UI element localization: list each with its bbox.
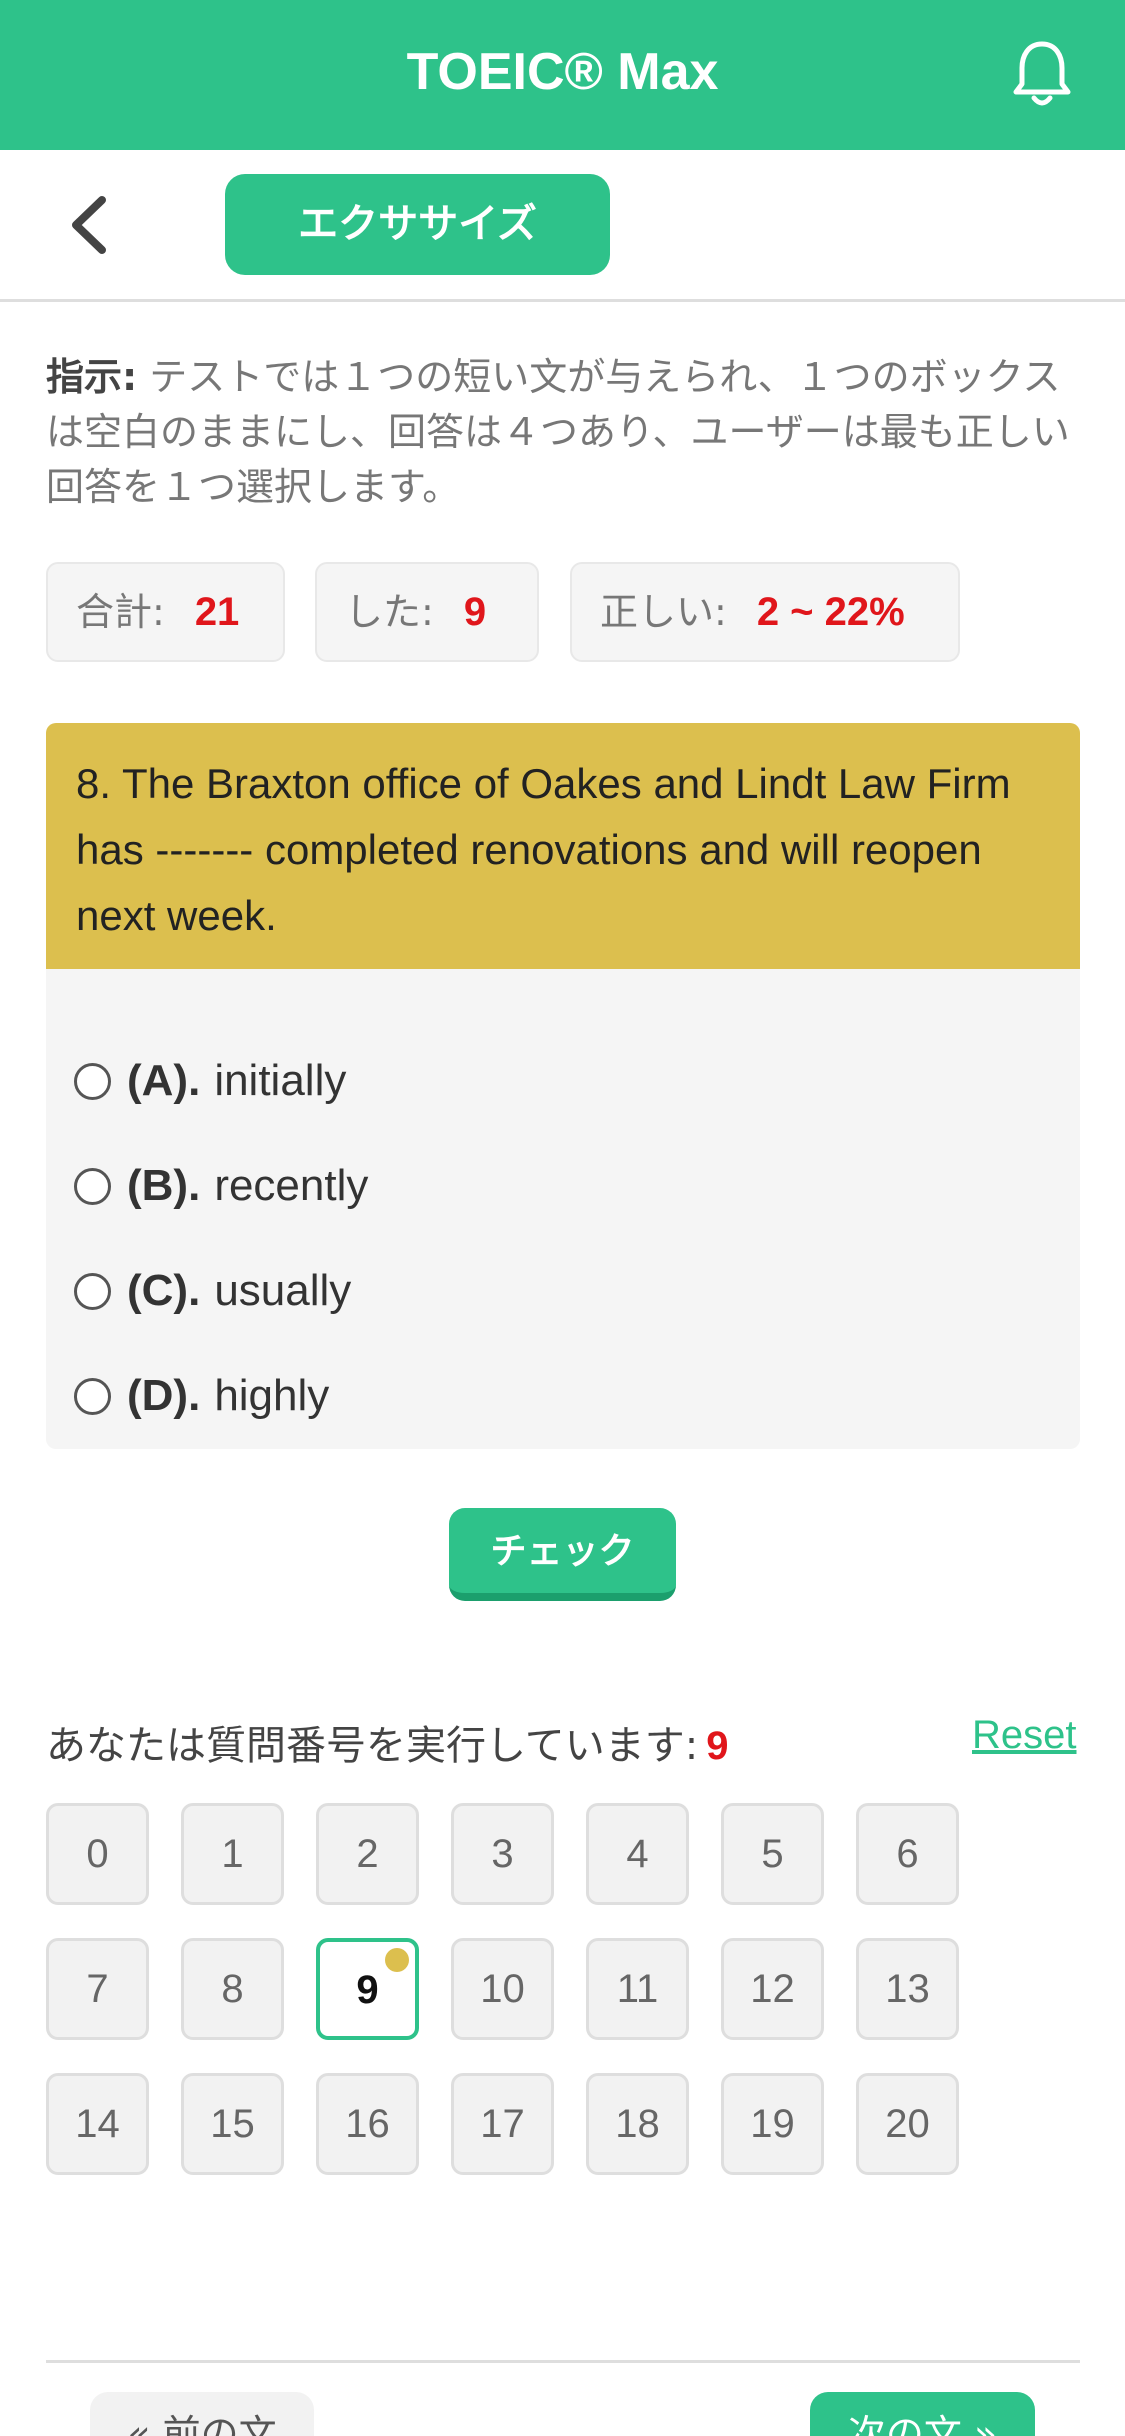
question-number-6[interactable]: 6 bbox=[856, 1803, 959, 1905]
option-d-letter: (D). bbox=[127, 1371, 201, 1420]
question-number-1[interactable]: 1 bbox=[181, 1803, 284, 1905]
option-b[interactable]: (B). recently bbox=[74, 1156, 368, 1216]
sub-header: エクササイズ bbox=[0, 150, 1125, 302]
question-number-7[interactable]: 7 bbox=[46, 1938, 149, 2040]
option-c-text: usually bbox=[214, 1266, 352, 1315]
question-number-11[interactable]: 11 bbox=[586, 1938, 689, 2040]
progress-text: あなたは質問番号を実行しています: 9 bbox=[46, 1713, 729, 1771]
option-c[interactable]: (C). usually bbox=[74, 1261, 351, 1321]
radio-d[interactable] bbox=[74, 1377, 111, 1415]
question-number-5[interactable]: 5 bbox=[721, 1803, 824, 1905]
instruction-text: 指示: テストでは１つの短い文が与えられ、１つのボックスは空白のままにし、回答は… bbox=[46, 350, 1081, 515]
question-number-13[interactable]: 13 bbox=[856, 1938, 959, 2040]
option-d[interactable]: (D). highly bbox=[74, 1366, 329, 1426]
correct-stat: 正しい: 2 ~ 22% bbox=[570, 562, 960, 662]
question-number-0[interactable]: 0 bbox=[46, 1803, 149, 1905]
radio-a[interactable] bbox=[74, 1062, 111, 1100]
done-label: した: bbox=[345, 590, 434, 634]
correct-label: 正しい: bbox=[600, 590, 727, 634]
check-button[interactable]: チェック bbox=[449, 1508, 676, 1601]
question-number-17[interactable]: 17 bbox=[451, 2073, 554, 2175]
progress-current: 9 bbox=[706, 1724, 729, 1768]
app-header: TOEIC® Max bbox=[0, 0, 1125, 150]
option-b-text: recently bbox=[214, 1161, 369, 1210]
question-number-15[interactable]: 15 bbox=[181, 2073, 284, 2175]
option-b-letter: (B). bbox=[127, 1161, 201, 1210]
total-label: 合計: bbox=[76, 590, 165, 634]
option-c-letter: (C). bbox=[127, 1266, 201, 1315]
question-number-9[interactable]: 9 bbox=[316, 1938, 419, 2040]
answer-options: (A). initially (B). recently (C). usuall… bbox=[46, 969, 1080, 1449]
next-sentence-button[interactable]: 次の文 » bbox=[810, 2392, 1035, 2436]
question-number-16[interactable]: 16 bbox=[316, 2073, 419, 2175]
question-number-19[interactable]: 19 bbox=[721, 2073, 824, 2175]
current-indicator-dot bbox=[385, 1948, 409, 1972]
bell-icon[interactable] bbox=[1010, 38, 1074, 110]
option-a-letter: (A). bbox=[127, 1056, 201, 1105]
option-a[interactable]: (A). initially bbox=[74, 1051, 346, 1111]
question-number-10[interactable]: 10 bbox=[451, 1938, 554, 2040]
option-a-text: initially bbox=[214, 1056, 347, 1105]
question-number-12[interactable]: 12 bbox=[721, 1938, 824, 2040]
question-text: 8. The Braxton office of Oakes and Lindt… bbox=[46, 723, 1080, 969]
correct-value: 2 ~ 22% bbox=[756, 590, 905, 634]
exercise-tab-button[interactable]: エクササイズ bbox=[225, 174, 610, 275]
instruction-body: テストでは１つの短い文が与えられ、１つのボックスは空白のままにし、回答は４つあり… bbox=[46, 355, 1070, 509]
done-stat: した: 9 bbox=[315, 562, 539, 662]
total-value: 21 bbox=[194, 590, 240, 634]
prev-sentence-button[interactable]: « 前の文 bbox=[90, 2392, 314, 2436]
divider bbox=[46, 2360, 1080, 2363]
total-stat: 合計: 21 bbox=[46, 562, 285, 662]
done-value: 9 bbox=[463, 590, 487, 634]
app-title: TOEIC® Max bbox=[406, 43, 719, 101]
question-number-18[interactable]: 18 bbox=[586, 2073, 689, 2175]
reset-link[interactable]: Reset bbox=[972, 1713, 1077, 1758]
question-number-4[interactable]: 4 bbox=[586, 1803, 689, 1905]
instruction-label: 指示: bbox=[46, 355, 138, 399]
question-number-14[interactable]: 14 bbox=[46, 2073, 149, 2175]
progress-label: あなたは質問番号を実行しています: bbox=[46, 1723, 699, 1769]
chevron-left-icon[interactable] bbox=[60, 190, 120, 260]
radio-b[interactable] bbox=[74, 1167, 111, 1205]
question-number-3[interactable]: 3 bbox=[451, 1803, 554, 1905]
option-d-text: highly bbox=[214, 1371, 330, 1420]
question-number-2[interactable]: 2 bbox=[316, 1803, 419, 1905]
question-number-20[interactable]: 20 bbox=[856, 2073, 959, 2175]
question-number-8[interactable]: 8 bbox=[181, 1938, 284, 2040]
radio-c[interactable] bbox=[74, 1272, 111, 1310]
